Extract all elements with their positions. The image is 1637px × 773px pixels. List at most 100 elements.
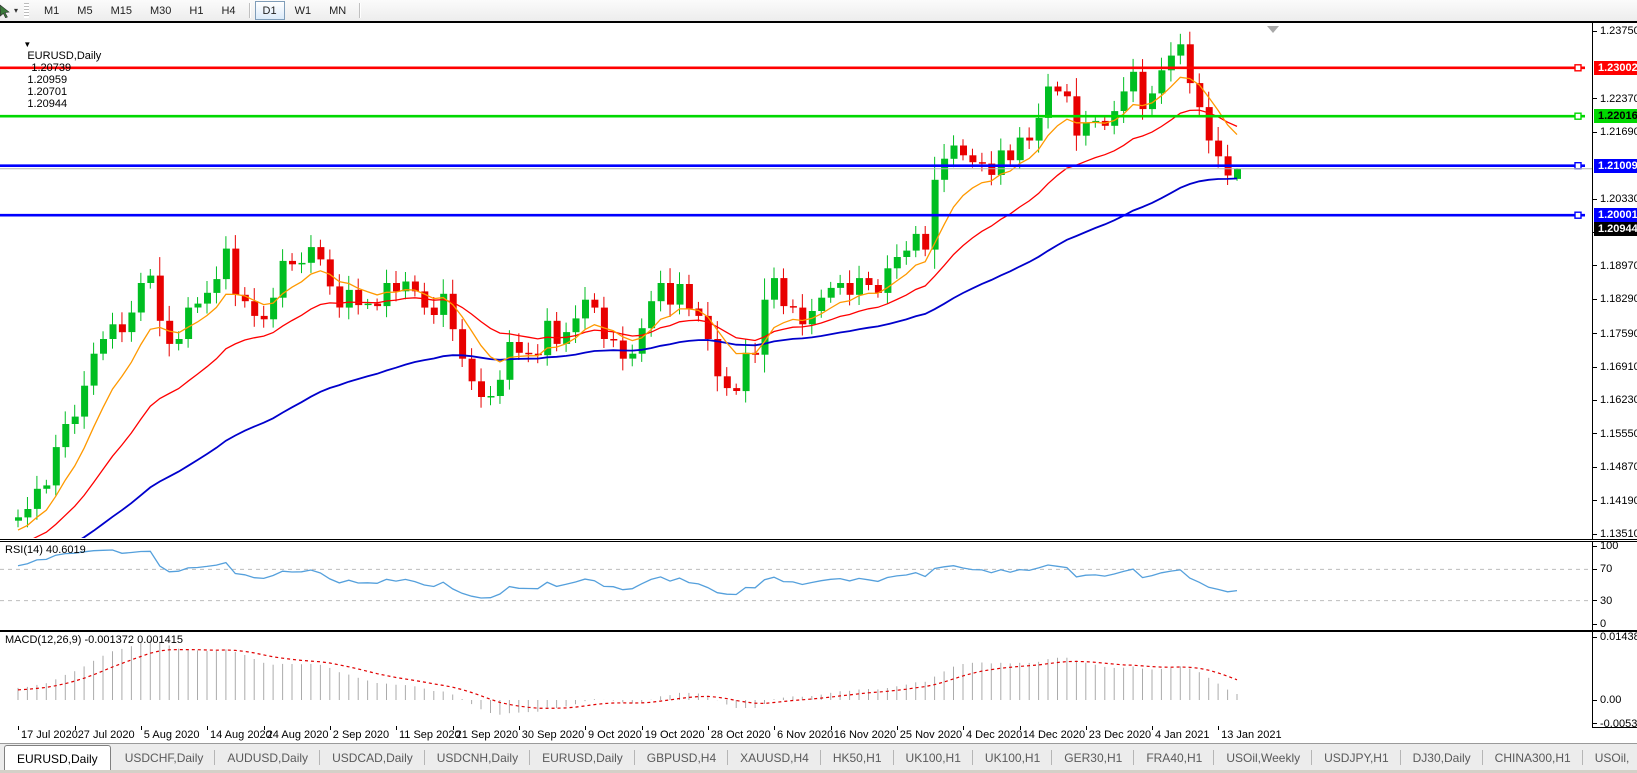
chart-tab-uk100-h1[interactable]: UK100,H1 <box>973 744 1052 771</box>
date-axis-label: 14 Aug 2020 <box>210 729 272 741</box>
macd-chart-area[interactable] <box>0 632 1592 726</box>
chart-tab-usdcad-daily[interactable]: USDCAD,Daily <box>320 744 425 771</box>
date-tick-mark <box>1218 726 1219 730</box>
chart-tab-usdcnh-daily[interactable]: USDCNH,Daily <box>425 744 530 771</box>
cursor-tool-button[interactable]: ▾ <box>0 2 22 19</box>
price-tick-label: 1.14870 <box>1593 461 1637 473</box>
chart-tab-hk50-h1[interactable]: HK50,H1 <box>821 744 894 771</box>
date-tick-mark <box>18 726 19 730</box>
rsi-axis-scale[interactable]: 10070300 <box>1592 542 1637 630</box>
chart-tab-audusd-daily[interactable]: AUDUSD,Daily <box>215 744 320 771</box>
timeframe-button-m5[interactable]: M5 <box>69 1 100 20</box>
rsi-tick-label: 70 <box>1593 563 1612 575</box>
date-axis-label: 19 Oct 2020 <box>645 729 705 741</box>
chart-tab-eurusd-daily[interactable]: EURUSD,Daily <box>4 745 111 771</box>
date-axis-label: 5 Aug 2020 <box>144 729 200 741</box>
date-tick-mark <box>1020 726 1021 730</box>
rsi-tick-label: 30 <box>1593 595 1612 607</box>
timeframe-button-h1[interactable]: H1 <box>181 1 211 20</box>
timeframe-button-h4[interactable]: H4 <box>213 1 243 20</box>
date-axis-label: 17 Jul 2020 <box>21 729 78 741</box>
chart-tab-fra40-h1[interactable]: FRA40,H1 <box>1134 744 1214 771</box>
price-tick-label: 1.15550 <box>1593 428 1637 440</box>
date-tick-mark <box>642 726 643 730</box>
date-tick-mark <box>75 726 76 730</box>
chart-tab-xauusd-h4[interactable]: XAUUSD,H4 <box>728 744 821 771</box>
chart-tab-dj30-daily[interactable]: DJ30,Daily <box>1401 744 1483 771</box>
date-tick-mark <box>330 726 331 730</box>
chart-tab-ger30-h1[interactable]: GER30,H1 <box>1052 744 1134 771</box>
chart-tab-gbpusd-h4[interactable]: GBPUSD,H4 <box>635 744 728 771</box>
date-axis-label: 28 Oct 2020 <box>711 729 771 741</box>
timeframe-toolbar: ▾ M1M5M15M30H1H4 D1W1MN <box>0 0 1637 22</box>
chart-tab-eurusd-daily[interactable]: EURUSD,Daily <box>530 744 635 771</box>
chart-tab-usdchf-daily[interactable]: USDCHF,Daily <box>113 744 216 771</box>
level-price-label: 1.20001 <box>1594 208 1637 222</box>
date-tick-mark <box>774 726 775 730</box>
date-axis-label: 25 Nov 2020 <box>900 729 962 741</box>
price-tick-label: 1.18970 <box>1593 260 1637 272</box>
toolbar-separator <box>249 3 250 18</box>
timeframe-button-m1[interactable]: M1 <box>36 1 67 20</box>
date-tick-mark <box>1086 726 1087 730</box>
timeframe-button-mn[interactable]: MN <box>321 1 354 20</box>
ohlc-close: 1.20944 <box>27 98 67 110</box>
date-axis-label: 2 Sep 2020 <box>333 729 389 741</box>
ohlc-low: 1.20701 <box>27 86 67 98</box>
timeframe-button-m30[interactable]: M30 <box>142 1 179 20</box>
date-axis-label: 21 Sep 2020 <box>456 729 518 741</box>
rsi-indicator-panel: RSI(14) 40.6019 10070300 <box>0 541 1637 631</box>
date-axis-label: 27 Jul 2020 <box>78 729 135 741</box>
timeframe-button-d1[interactable]: D1 <box>255 1 285 20</box>
price-tick-label: 1.14190 <box>1593 495 1637 507</box>
chart-symbol-label: EURUSD,Daily <box>27 50 101 62</box>
timeframe-buttons: M1M5M15M30H1H4 D1W1MN <box>35 1 364 20</box>
price-tick-label: 1.21690 <box>1593 126 1637 138</box>
date-axis-label: 6 Nov 2020 <box>777 729 833 741</box>
date-tick-mark <box>519 726 520 730</box>
chart-tab-china300-h1[interactable]: CHINA300,H1 <box>1483 744 1583 771</box>
level-price-label: 1.21009 <box>1594 159 1637 173</box>
price-tick-label: 1.16230 <box>1593 394 1637 406</box>
date-axis[interactable]: 17 Jul 202027 Jul 2020 5 Aug 2020 14 Aug 2… <box>0 727 1592 743</box>
price-tick-label: 1.16910 <box>1593 361 1637 373</box>
date-tick-mark <box>897 726 898 730</box>
chart-tab-uk100-h1[interactable]: UK100,H1 <box>894 744 973 771</box>
timeframe-button-w1[interactable]: W1 <box>287 1 320 20</box>
price-tick-label: 1.23750 <box>1593 25 1637 37</box>
candlestick-chart-area[interactable] <box>0 23 1592 538</box>
date-tick-mark <box>264 726 265 730</box>
macd-tick-label: -0.005396 <box>1593 718 1637 730</box>
triangle-down-icon[interactable]: ▼ <box>23 40 31 49</box>
macd-axis-scale[interactable]: 0.014384 0.00 -0.005396 <box>1592 632 1637 727</box>
chart-tab-usoil[interactable]: USOil, <box>1583 744 1637 771</box>
rsi-chart-area[interactable] <box>0 542 1592 628</box>
current-price-label: 1.20944 <box>1594 222 1637 236</box>
level-price-label: 1.22016 <box>1594 109 1637 123</box>
chart-tab-usoil-weekly[interactable]: USOil,Weekly <box>1214 744 1312 771</box>
date-axis-label: 16 Nov 2020 <box>834 729 896 741</box>
date-tick-mark <box>141 726 142 730</box>
toolbar-grip-handle[interactable] <box>24 3 29 18</box>
macd-tick-label: 0.014384 <box>1593 631 1637 643</box>
ohlc-high: 1.20959 <box>27 74 67 86</box>
date-axis-label: 4 Dec 2020 <box>966 729 1022 741</box>
chart-tab-usdjpy-h1[interactable]: USDJPY,H1 <box>1312 744 1400 771</box>
trading-platform-window: ▾ M1M5M15M30H1H4 D1W1MN ▼ EURUSD,Daily 1.… <box>0 0 1637 773</box>
price-tick-label: 1.18290 <box>1593 293 1637 305</box>
price-axis-scale[interactable]: 1.237501.223701.216901.203301.196501.189… <box>1592 23 1637 539</box>
date-tick-mark <box>585 726 586 730</box>
timeframe-button-m15[interactable]: M15 <box>103 1 140 20</box>
macd-tick-label: 0.00 <box>1593 694 1621 706</box>
date-tick-mark <box>708 726 709 730</box>
date-tick-mark <box>453 726 454 730</box>
cursor-pointer-icon <box>0 4 11 18</box>
chart-title: ▼ EURUSD,Daily 1.20739 1.20959 1.20701 1… <box>5 26 101 122</box>
rsi-label: RSI(14) 40.6019 <box>5 544 86 556</box>
toolbar-separator <box>359 3 360 18</box>
ohlc-open: 1.20739 <box>31 62 71 74</box>
date-axis-label: 14 Dec 2020 <box>1023 729 1085 741</box>
date-axis-label: 24 Aug 2020 <box>267 729 329 741</box>
date-axis-label: 30 Sep 2020 <box>522 729 584 741</box>
date-axis-label: 13 Jan 2021 <box>1221 729 1282 741</box>
